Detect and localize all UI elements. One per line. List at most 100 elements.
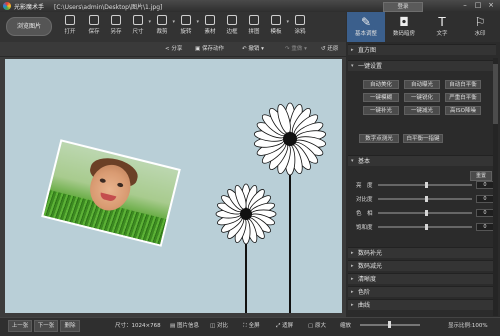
slider-thumb[interactable] <box>425 196 428 202</box>
tool-label: 边框 <box>226 29 238 35</box>
tool-label: 尺寸 <box>132 29 144 35</box>
one-click-button[interactable]: 一键模糊 <box>363 93 399 102</box>
tab-2[interactable]: T 文字 <box>423 12 461 42</box>
one-click-button[interactable]: 自动白平衡 <box>445 80 481 89</box>
panel-section[interactable]: ▸ 曲线 <box>348 299 496 310</box>
reset-button[interactable]: 重置 <box>470 171 492 181</box>
one-click-button[interactable]: 严重白平衡 <box>445 93 481 102</box>
slider-label: 对比度 <box>356 197 373 203</box>
tool-label: 裁剪 <box>156 29 168 35</box>
delete-button[interactable]: 删除 <box>60 320 80 332</box>
chevron-down-icon[interactable]: ▾ <box>196 19 199 25</box>
one-click-button[interactable]: 高ISO降噪 <box>445 106 481 115</box>
image-info-button[interactable]: ▤ 图片信息 <box>170 321 199 329</box>
border-icon <box>227 15 237 25</box>
section-label: 曲线 <box>358 302 371 309</box>
fullscreen-button[interactable]: ⛶ 全屏 <box>243 321 260 330</box>
tab-icon: ◘ <box>399 15 409 29</box>
tool-doodle[interactable]: 涂鸦 <box>290 14 310 42</box>
restore-button[interactable]: ↺ 还原 <box>321 44 338 52</box>
slider-label: 亮 度 <box>356 183 373 189</box>
tool-label: 素材 <box>204 29 216 35</box>
tool-label: 旋转 <box>180 29 192 35</box>
login-button[interactable]: 登录 <box>383 2 423 12</box>
tab-0[interactable]: ✎ 基本调整 <box>347 12 385 42</box>
basic-section[interactable]: ▾ 基本 <box>348 155 496 166</box>
tool-template[interactable]: 模板 ▾ <box>266 14 289 42</box>
compare-button[interactable]: ◫ 对比 <box>210 321 228 329</box>
maximize-button[interactable]: □ <box>473 1 483 10</box>
redo-button[interactable]: ↷ 重做 ▾ <box>285 44 307 52</box>
chevron-right-icon: ▸ <box>351 289 354 295</box>
one-click-section[interactable]: ▾ 一键设置 <box>348 60 496 71</box>
save-as-icon <box>111 15 121 25</box>
chevron-down-icon[interactable]: ▾ <box>172 19 175 25</box>
tool-rotate[interactable]: 旋转 ▾ <box>176 14 199 42</box>
panel-section[interactable]: ▸ 色阶 <box>348 286 496 297</box>
panel-section[interactable]: ▸ 数码减光 <box>348 260 496 271</box>
tab-3[interactable]: ⚐ 水印 <box>461 12 499 42</box>
one-click-button[interactable]: 一键补光 <box>363 106 399 115</box>
dandelion-illustration <box>215 102 327 313</box>
minimize-button[interactable]: – <box>460 1 470 10</box>
tool-collage[interactable]: 拼图 <box>244 14 264 42</box>
zoom-slider-thumb[interactable] <box>388 321 391 328</box>
tool-label: 打开 <box>64 29 76 35</box>
fit-screen-button[interactable]: ⤢ 适屏 <box>276 321 293 330</box>
save-icon <box>89 15 99 25</box>
spot-metering-button[interactable]: 数字点测光 <box>359 134 399 143</box>
tool-resize[interactable]: 尺寸 ▾ <box>128 14 151 42</box>
panel-section[interactable]: ▸ 数码补光 <box>348 247 496 258</box>
chevron-down-icon[interactable]: ▾ <box>286 19 289 25</box>
image-canvas[interactable] <box>5 59 342 313</box>
next-image-button[interactable]: 下一张 <box>34 320 58 332</box>
tool-save-as[interactable]: 另存 <box>106 14 126 42</box>
scrollbar-thumb[interactable] <box>493 64 498 124</box>
tool-material[interactable]: 素材 <box>200 14 220 42</box>
one-click-button[interactable]: 自动曝光 <box>404 80 440 89</box>
tool-crop[interactable]: 裁剪 ▾ <box>152 14 175 42</box>
chevron-down-icon[interactable]: ▾ <box>148 19 151 25</box>
template-icon <box>271 15 281 25</box>
app-logo-icon <box>3 2 11 10</box>
panel-scrollbar[interactable] <box>493 58 498 316</box>
one-click-button[interactable]: 自动美化 <box>363 80 399 89</box>
tool-border[interactable]: 边框 <box>222 14 242 42</box>
material-icon <box>205 15 215 25</box>
slider-value[interactable]: 0 <box>476 223 494 231</box>
tool-label: 保存 <box>88 29 100 35</box>
restore-label: 还原 <box>327 46 339 52</box>
save-action-label: 保存动作 <box>201 46 224 52</box>
slider-thumb[interactable] <box>425 224 428 230</box>
undo-button[interactable]: ↶ 撤销 ▾ <box>242 44 264 52</box>
slider-thumb[interactable] <box>425 182 428 188</box>
original-size-button[interactable]: ▢ 原大 <box>308 321 326 329</box>
share-button[interactable]: < 分享 <box>165 44 182 52</box>
app-name: 光影魔术手 <box>14 4 45 11</box>
slider-value[interactable]: 0 <box>476 209 494 217</box>
tool-folder[interactable]: 打开 <box>60 14 80 42</box>
white-balance-picker-button[interactable]: 白平衡一指键 <box>403 134 443 143</box>
tool-save[interactable]: 保存 <box>84 14 104 42</box>
tab-1[interactable]: ◘ 数码暗房 <box>385 12 423 42</box>
tab-icon: ✎ <box>360 15 372 29</box>
close-button[interactable]: × <box>486 1 496 10</box>
histogram-section[interactable]: ▸ 直方图 <box>348 44 496 55</box>
browse-images-button[interactable]: 浏览图片 <box>6 17 52 36</box>
section-label: 清晰度 <box>358 276 377 283</box>
save-action-button[interactable]: ▣ 保存动作 <box>195 44 224 52</box>
one-click-label: 一键设置 <box>358 63 383 70</box>
section-label: 色阶 <box>358 289 371 296</box>
image-size: 尺寸：1024×768 <box>115 323 161 329</box>
resize-icon <box>133 15 143 25</box>
slider-value[interactable]: 0 <box>476 181 494 189</box>
doodle-icon <box>295 15 305 25</box>
prev-image-button[interactable]: 上一张 <box>8 320 32 332</box>
one-click-button[interactable]: 一键锐化 <box>404 93 440 102</box>
dandelion-small <box>215 183 277 313</box>
slider-thumb[interactable] <box>425 210 428 216</box>
slider-label: 饱和度 <box>356 225 373 231</box>
slider-value[interactable]: 0 <box>476 195 494 203</box>
panel-section[interactable]: ▸ 清晰度 <box>348 273 496 284</box>
one-click-button[interactable]: 一键减光 <box>404 106 440 115</box>
